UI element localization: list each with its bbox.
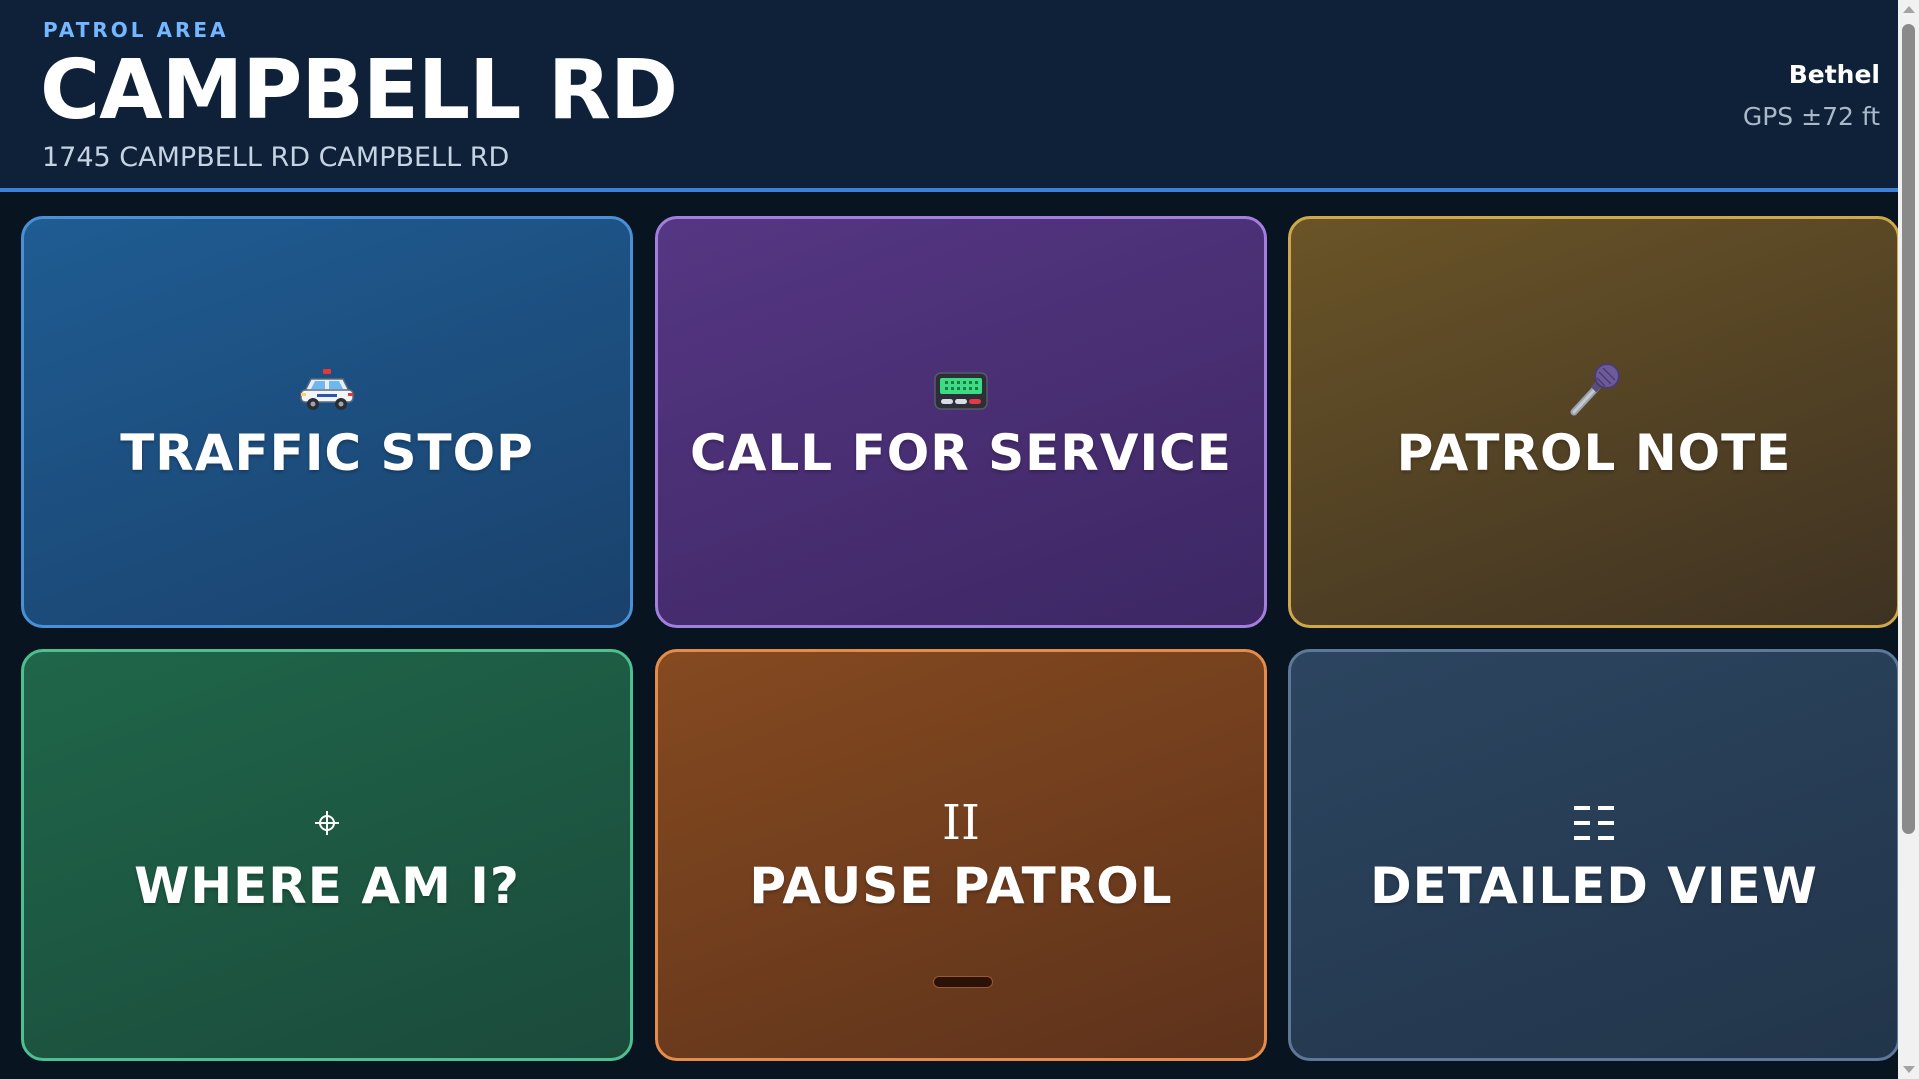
where-am-i-label: WHERE AM I? xyxy=(134,857,520,915)
patrol-area-label: PATROL AREA xyxy=(43,18,229,42)
scroll-thumb[interactable] xyxy=(1902,24,1915,834)
call-for-service-label: CALL FOR SERVICE xyxy=(690,424,1232,482)
vertical-scrollbar[interactable] xyxy=(1898,0,1919,1079)
where-am-i-button[interactable]: WHERE AM I? xyxy=(21,649,633,1061)
gps-accuracy: GPS ±72 ft xyxy=(1742,102,1880,131)
list-icon xyxy=(1572,795,1616,851)
pause-patrol-label: PAUSE PATROL xyxy=(749,857,1173,915)
pager-icon xyxy=(933,362,989,418)
patrol-area-title: CAMPBELL RD xyxy=(40,43,678,138)
traffic-stop-button[interactable]: TRAFFIC STOP xyxy=(21,216,633,628)
call-for-service-button[interactable]: CALL FOR SERVICE xyxy=(655,216,1267,628)
pause-patrol-button[interactable]: II PAUSE PATROL xyxy=(655,649,1267,1061)
header: PATROL AREA CAMPBELL RD 1745 CAMPBELL RD… xyxy=(0,0,1898,192)
microphone-icon xyxy=(1564,362,1624,418)
detailed-view-button[interactable]: DETAILED VIEW xyxy=(1288,649,1900,1061)
scroll-up-arrow-icon[interactable] xyxy=(1903,6,1915,13)
traffic-stop-label: TRAFFIC STOP xyxy=(120,424,534,482)
location-name: Bethel xyxy=(1788,60,1880,89)
scroll-down-arrow-icon[interactable] xyxy=(1903,1066,1915,1073)
patrol-address: 1745 CAMPBELL RD CAMPBELL RD xyxy=(42,142,510,173)
pause-glyph: II xyxy=(942,795,980,851)
crosshair-icon xyxy=(314,795,340,851)
pause-icon: II xyxy=(942,795,980,851)
patrol-note-button[interactable]: PATROL NOTE xyxy=(1288,216,1900,628)
police-car-icon xyxy=(297,362,357,418)
pause-indicator-bar xyxy=(933,976,993,988)
detailed-view-label: DETAILED VIEW xyxy=(1370,857,1818,915)
patrol-screen: PATROL AREA CAMPBELL RD 1745 CAMPBELL RD… xyxy=(0,0,1919,1079)
patrol-note-label: PATROL NOTE xyxy=(1396,424,1792,482)
